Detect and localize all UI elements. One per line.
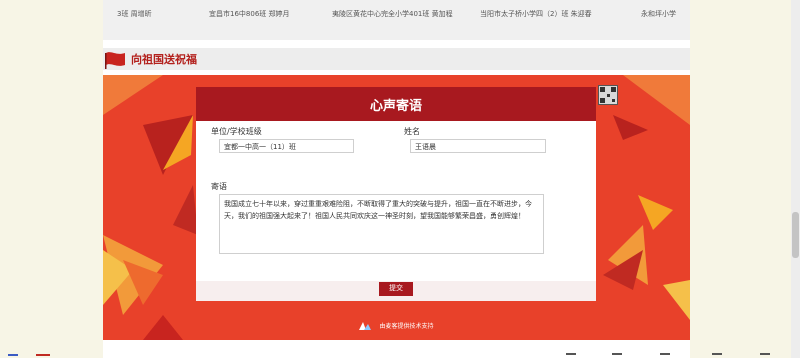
form-body: 单位/学校班级 宜都一中高一（11）班 姓名 王语晨 寄语 我国成立七十年以来，…	[196, 121, 596, 281]
message-textarea[interactable]: 我国成立七十年以来，穿过重重艰难险阻，不断取得了重大的突破与提升，祖国一直在不断…	[219, 194, 544, 254]
scrollbar-thumb[interactable]	[792, 212, 799, 258]
powered-by[interactable]: 由麦客提供技术支持	[103, 315, 690, 334]
section-header: 向祖国送祝福	[103, 48, 690, 70]
message-form: 心声寄语 单位/学校班级 宜都一中高一（11）班 姓名 王语晨 寄语 我国成立七…	[196, 87, 596, 301]
flag-icon	[105, 52, 125, 69]
ticker-item: 宜昌市16中806班 郑婷月	[209, 10, 290, 18]
qr-code-icon[interactable]	[598, 85, 618, 105]
form-title: 心声寄语	[369, 99, 422, 114]
scrollbar-track[interactable]	[791, 0, 800, 358]
unit-label: 单位/学校班级	[211, 127, 262, 136]
form-header: 心声寄语	[196, 87, 596, 121]
message-label: 寄语	[211, 182, 227, 191]
ticker-strip: 3班 周增昕 宜昌市16中806班 郑婷月 夷陵区黄花中心完全小学401班 黄加…	[103, 0, 690, 40]
submit-button[interactable]: 提交	[379, 282, 413, 296]
page-content: 3班 周增昕 宜昌市16中806班 郑婷月 夷陵区黄花中心完全小学401班 黄加…	[103, 0, 690, 358]
ticker-item: 永和坪小学	[641, 10, 676, 18]
page-body: { "ticker": { "items": [ "3班 周增昕", "宜昌市1…	[0, 0, 800, 358]
powered-by-text: 由麦客提供技术支持	[379, 323, 434, 330]
name-input[interactable]: 王语晨	[410, 139, 546, 153]
greeting-banner: 心声寄语 单位/学校班级 宜都一中高一（11）班 姓名 王语晨 寄语 我国成立七…	[103, 75, 690, 340]
mikecrm-logo-icon	[359, 321, 372, 330]
ticker-item: 夷陵区黄花中心完全小学401班 黄加程	[332, 10, 453, 18]
ticker-item: 3班 周增昕	[117, 10, 152, 18]
ticker-row: 3班 周增昕 宜昌市16中806班 郑婷月 夷陵区黄花中心完全小学401班 黄加…	[103, 9, 690, 23]
form-footer: 提交	[196, 281, 596, 301]
bottom-decoration	[8, 353, 770, 356]
unit-input[interactable]: 宜都一中高一（11）班	[219, 139, 354, 153]
section-title: 向祖国送祝福	[131, 53, 197, 66]
name-label: 姓名	[404, 127, 420, 136]
ticker-item: 当阳市太子桥小学四（2）班 朱迎春	[480, 10, 592, 18]
